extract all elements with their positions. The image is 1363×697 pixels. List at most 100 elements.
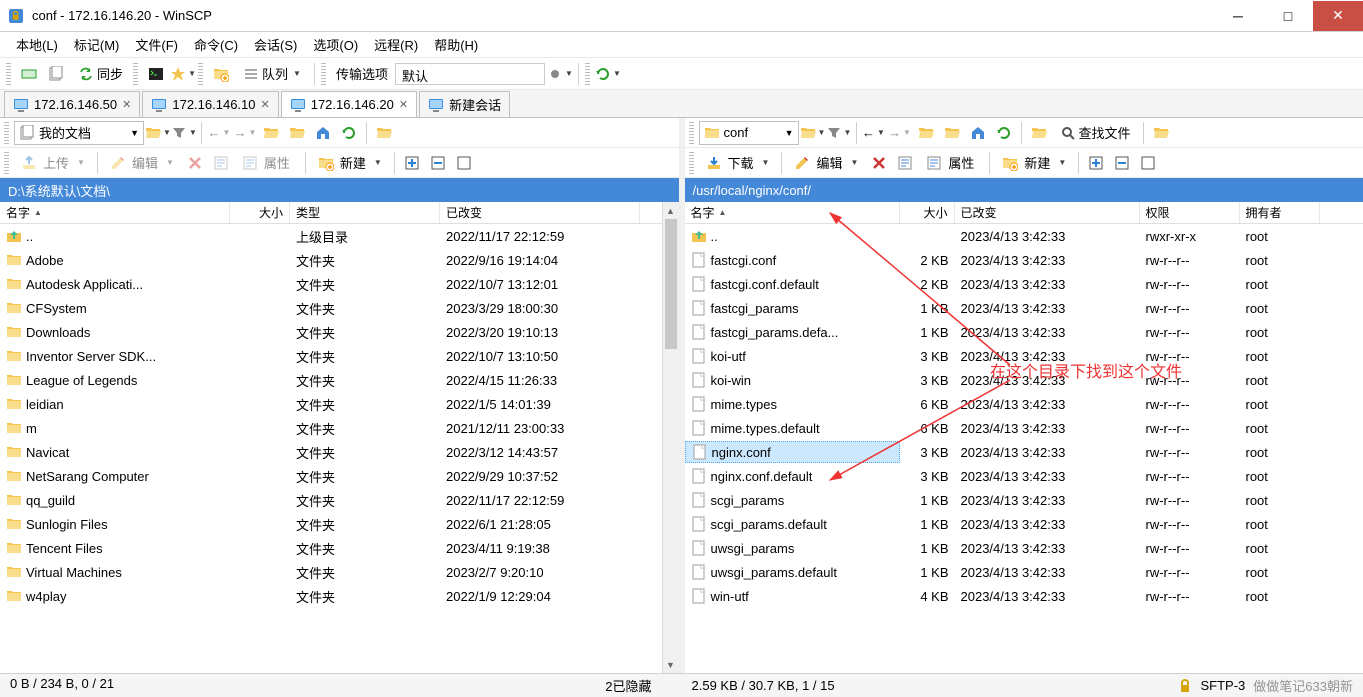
table-row[interactable]: fastcgi_params.defa... 1 KB 2023/4/13 3:… — [685, 320, 1363, 344]
remote-bookmark2-button[interactable] — [1149, 121, 1173, 145]
table-row[interactable]: .. 上级目录 2022/11/17 22:12:59 — [0, 224, 662, 248]
col-changed[interactable]: 已改变 — [955, 202, 1140, 223]
compare-button[interactable] — [44, 62, 68, 86]
remote-dir-combo[interactable]: conf▼ — [699, 121, 799, 145]
reconnect-button[interactable]: ▼ — [596, 62, 620, 86]
local-upload-button[interactable]: 上传▼ — [14, 151, 92, 175]
terminal-button[interactable] — [144, 62, 168, 86]
table-row[interactable]: fastcgi.conf 2 KB 2023/4/13 3:42:33 rw-r… — [685, 248, 1363, 272]
new-folder-button[interactable] — [209, 62, 233, 86]
remote-home-button[interactable] — [966, 121, 990, 145]
menu-file[interactable]: 文件(F) — [129, 33, 184, 56]
table-row[interactable]: .. 2023/4/13 3:42:33 rwxr-xr-x root — [685, 224, 1363, 248]
menu-mark[interactable]: 标记(M) — [68, 33, 126, 56]
local-up-button[interactable] — [259, 121, 283, 145]
table-row[interactable]: Inventor Server SDK... 文件夹 2022/10/7 13:… — [0, 344, 662, 368]
col-rights[interactable]: 权限 — [1140, 202, 1240, 223]
queue-button[interactable]: 队列▼ — [236, 62, 308, 86]
local-filter-button[interactable]: ▼ — [172, 121, 196, 145]
menu-command[interactable]: 命令(C) — [188, 33, 244, 56]
local-file-list[interactable]: 名字▲ 大小 类型 已改变 .. 上级目录 2022/11/17 22:12:5… — [0, 202, 662, 673]
table-row[interactable]: Virtual Machines 文件夹 2023/2/7 9:20:10 — [0, 560, 662, 584]
transfer-options-combo[interactable]: 默认 — [395, 63, 545, 85]
remote-expand-button[interactable] — [1084, 151, 1108, 175]
remote-download-button[interactable]: 下载▼ — [699, 151, 777, 175]
table-row[interactable]: uwsgi_params 1 KB 2023/4/13 3:42:33 rw-r… — [685, 536, 1363, 560]
session-tab-3[interactable]: 新建会话 — [419, 91, 510, 117]
menu-help[interactable]: 帮助(H) — [428, 33, 484, 56]
favorites-button[interactable]: ▼ — [171, 62, 195, 86]
local-delete-button[interactable] — [183, 151, 207, 175]
remote-find-button[interactable]: 查找文件 — [1053, 121, 1138, 145]
session-tab-2[interactable]: 172.16.146.20✕ — [281, 91, 417, 117]
close-icon[interactable]: ✕ — [122, 98, 131, 111]
remote-collapse-button[interactable] — [1110, 151, 1134, 175]
remote-path-bar[interactable]: /usr/local/nginx/conf/ — [685, 178, 1363, 202]
local-expand-button[interactable] — [400, 151, 424, 175]
menu-options[interactable]: 选项(O) — [307, 33, 364, 56]
remote-rename-button[interactable] — [893, 151, 917, 175]
remote-edit-button[interactable]: 编辑▼ — [787, 151, 865, 175]
table-row[interactable]: NetSarang Computer 文件夹 2022/9/29 10:37:5… — [0, 464, 662, 488]
table-row[interactable]: League of Legends 文件夹 2022/4/15 11:26:33 — [0, 368, 662, 392]
local-path-bar[interactable]: D:\系统默认\文档\ — [0, 178, 679, 202]
table-row[interactable]: CFSystem 文件夹 2023/3/29 18:00:30 — [0, 296, 662, 320]
remote-open-button[interactable]: ▼ — [801, 121, 825, 145]
table-row[interactable]: koi-win 3 KB 2023/4/13 3:42:33 rw-r--r--… — [685, 368, 1363, 392]
table-row[interactable]: leidian 文件夹 2022/1/5 14:01:39 — [0, 392, 662, 416]
table-row[interactable]: w4play 文件夹 2022/1/9 12:29:04 — [0, 584, 662, 608]
local-collapse-button[interactable] — [426, 151, 450, 175]
local-root-button[interactable] — [285, 121, 309, 145]
table-row[interactable]: Tencent Files 文件夹 2023/4/11 9:19:38 — [0, 536, 662, 560]
remote-file-list[interactable]: 名字▲ 大小 已改变 权限 拥有者 .. 2023/4/13 3:42:33 r… — [685, 202, 1363, 673]
local-edit-button[interactable]: 编辑▼ — [103, 151, 181, 175]
transfer-settings-button[interactable]: ▼ — [548, 62, 572, 86]
table-row[interactable]: Downloads 文件夹 2022/3/20 19:10:13 — [0, 320, 662, 344]
menu-remote[interactable]: 远程(R) — [368, 33, 424, 56]
table-row[interactable]: Autodesk Applicati... 文件夹 2022/10/7 13:1… — [0, 272, 662, 296]
menu-local[interactable]: 本地(L) — [10, 33, 64, 56]
local-views-button[interactable] — [452, 151, 476, 175]
table-row[interactable]: fastcgi.conf.default 2 KB 2023/4/13 3:42… — [685, 272, 1363, 296]
remote-props-button[interactable]: 属性 — [919, 151, 984, 175]
address-bar-button[interactable] — [17, 62, 41, 86]
remote-refresh-button[interactable] — [992, 121, 1016, 145]
local-home-button[interactable] — [311, 121, 335, 145]
col-size[interactable]: 大小 — [900, 202, 955, 223]
col-owner[interactable]: 拥有者 — [1240, 202, 1320, 223]
col-size[interactable]: 大小 — [230, 202, 290, 223]
table-row[interactable]: Navicat 文件夹 2022/3/12 14:43:57 — [0, 440, 662, 464]
remote-up-button[interactable] — [914, 121, 938, 145]
maximize-button[interactable]: □ — [1263, 1, 1313, 31]
local-back-button[interactable]: ←▼ — [207, 121, 231, 145]
table-row[interactable]: qq_guild 文件夹 2022/11/17 22:12:59 — [0, 488, 662, 512]
col-type[interactable]: 类型 — [290, 202, 440, 223]
sync-button[interactable]: 同步 — [71, 62, 130, 86]
close-icon[interactable]: ✕ — [261, 98, 270, 111]
close-icon[interactable]: ✕ — [399, 98, 408, 111]
menu-session[interactable]: 会话(S) — [248, 33, 303, 56]
table-row[interactable]: m 文件夹 2021/12/11 23:00:33 — [0, 416, 662, 440]
remote-new-button[interactable]: 新建▼ — [995, 151, 1073, 175]
remote-filter-button[interactable]: ▼ — [827, 121, 851, 145]
remote-forward-button[interactable]: →▼ — [888, 121, 912, 145]
table-row[interactable]: nginx.conf.default 3 KB 2023/4/13 3:42:3… — [685, 464, 1363, 488]
local-bookmark-button[interactable] — [372, 121, 396, 145]
table-row[interactable]: Sunlogin Files 文件夹 2022/6/1 21:28:05 — [0, 512, 662, 536]
local-forward-button[interactable]: →▼ — [233, 121, 257, 145]
minimize-button[interactable]: ─ — [1213, 1, 1263, 31]
local-refresh-button[interactable] — [337, 121, 361, 145]
remote-bookmark-button[interactable] — [1027, 121, 1051, 145]
table-row[interactable]: nginx.conf 3 KB 2023/4/13 3:42:33 rw-r--… — [685, 440, 1363, 464]
remote-root-button[interactable] — [940, 121, 964, 145]
local-open-button[interactable]: ▼ — [146, 121, 170, 145]
col-name[interactable]: 名字▲ — [0, 202, 230, 223]
table-row[interactable]: scgi_params.default 1 KB 2023/4/13 3:42:… — [685, 512, 1363, 536]
local-drive-combo[interactable]: 我的文档▼ — [14, 121, 144, 145]
session-tab-1[interactable]: 172.16.146.10✕ — [142, 91, 278, 117]
table-row[interactable]: scgi_params 1 KB 2023/4/13 3:42:33 rw-r-… — [685, 488, 1363, 512]
local-scrollbar[interactable]: ▲▼ — [662, 202, 679, 673]
local-rename-button[interactable] — [209, 151, 233, 175]
table-row[interactable]: win-utf 4 KB 2023/4/13 3:42:33 rw-r--r--… — [685, 584, 1363, 608]
table-row[interactable]: koi-utf 3 KB 2023/4/13 3:42:33 rw-r--r--… — [685, 344, 1363, 368]
